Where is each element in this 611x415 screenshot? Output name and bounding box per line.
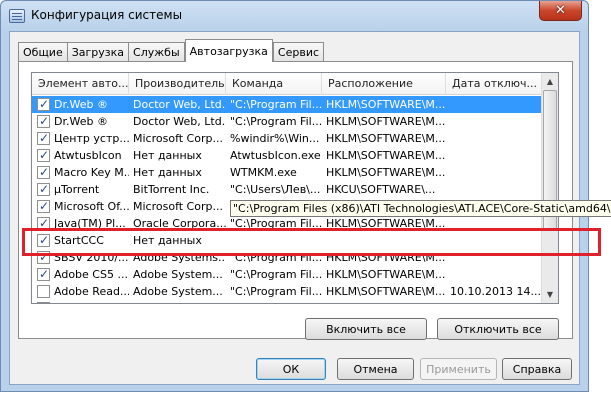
vertical-scrollbar[interactable]: ▲ ▼ (541, 73, 558, 303)
startup-item-checkbox[interactable] (37, 130, 50, 147)
table-row[interactable]: Advanced S...IObit"C:\Program Fil...HKCU… (32, 300, 558, 303)
startup-item-checkbox[interactable] (37, 96, 50, 113)
apply-button[interactable]: Применить (420, 358, 497, 380)
close-icon: ✕ (555, 3, 566, 18)
enable-all-button[interactable]: Включить все (305, 318, 427, 340)
command-cell: "C:\Program Fil... (226, 300, 322, 303)
startup-item-name: µTorrent (54, 183, 100, 196)
startup-item-name: Advanced S... (54, 300, 129, 303)
command-cell: "C:\Program Fil... (230, 98, 322, 111)
table-row[interactable]: Adobe Read... Adobe System... "C:\Program … (32, 283, 558, 300)
startup-item-checkbox[interactable] (37, 266, 50, 283)
startup-item-name: Microsoft Of... (54, 200, 129, 213)
command-cell: "C:\Program Fil... (230, 268, 322, 281)
scroll-down-icon[interactable]: ▼ (542, 286, 558, 303)
table-row[interactable]: µTorrent BitTorrent Inc. "C:\Users\Лев\...… (32, 181, 558, 198)
table-row[interactable]: AtwtusbIcon Нет данных AtwtusbIcon.exe HKLM… (32, 147, 558, 164)
startup-item-name: Macro Key M... (54, 166, 129, 179)
msconfig-icon (9, 9, 25, 23)
manufacturer-cell: Adobe System... (133, 268, 223, 281)
table-row[interactable]: Dr.Web ® Doctor Web, Ltd. "C:\Program Fil.… (32, 113, 558, 130)
table-row[interactable]: Центр устр... Microsoft Corp... %windir%\W… (32, 130, 558, 147)
startup-item-cell: Microsoft Of... (32, 198, 129, 215)
startup-item-checkbox[interactable] (37, 164, 50, 181)
table-row[interactable]: Adobe CS5 ... Adobe System... "C:\Program … (32, 266, 558, 283)
manufacturer-cell: Adobe System... (133, 285, 223, 298)
startup-item-cell: Advanced S... (32, 300, 129, 303)
table-row[interactable]: Dr.Web ® Doctor Web, Ltd. "C:\Program Fil.… (32, 96, 558, 113)
manufacturer-cell: Microsoft Corp... (133, 132, 223, 145)
close-button[interactable]: ✕ (539, 1, 582, 21)
scroll-up-icon[interactable]: ▲ (542, 73, 558, 90)
manufacturer-cell: BitTorrent Inc. (133, 183, 210, 196)
cancel-button[interactable]: Отмена (337, 358, 414, 380)
window-title: Конфигурация системы (31, 8, 183, 22)
command-cell: "C:\Users\Лев\... (230, 183, 321, 196)
startup-item-cell: Adobe Read... (32, 283, 129, 300)
command-cell: AtwtusbIcon.exe (230, 149, 321, 162)
list-header: Элемент авто... Производитель Команда Ра… (32, 73, 558, 95)
ok-button[interactable]: ОК (256, 358, 326, 380)
manufacturer-cell: Doctor Web, Ltd. (133, 98, 226, 111)
startup-item-cell: Dr.Web ® (32, 96, 129, 113)
system-configuration-window: Конфигурация системы ✕ Общие Загрузка Сл… (0, 0, 589, 392)
tab-startup[interactable]: Автозагрузка (184, 39, 273, 62)
column-header-startup-item[interactable]: Элемент авто... (32, 73, 129, 95)
startup-item-checkbox[interactable] (37, 285, 50, 298)
location-cell: HKLM\SOFTWARE\M... (326, 149, 446, 162)
startup-item-name: AtwtusbIcon (54, 149, 122, 162)
command-cell: "C:\Program Fil... (230, 115, 322, 128)
startup-item-name: Adobe CS5 ... (54, 268, 128, 281)
startup-item-name: Центр устр... (54, 132, 129, 145)
location-cell: HKLM\SOFTWARE\M... (326, 268, 446, 281)
location-cell: HKLM\SOFTWARE\M... (326, 115, 446, 128)
tab-tools[interactable]: Сервис (272, 42, 325, 62)
column-header-manufacturer[interactable]: Производитель (129, 73, 226, 95)
startccc-highlight-box (22, 228, 601, 256)
table-row[interactable]: Macro Key M... Нет данных WTMKM.exe HKLM\SO… (32, 164, 558, 181)
startup-item-checkbox[interactable] (37, 198, 50, 215)
title-bar[interactable]: Конфигурация системы ✕ (1, 1, 588, 31)
startup-item-cell: µTorrent (32, 181, 129, 198)
startup-item-checkbox[interactable] (37, 181, 50, 198)
tab-services[interactable]: Службы (128, 42, 185, 62)
manufacturer-cell: Нет данных (133, 149, 202, 162)
location-cell: HKLM\SOFTWARE\M... (326, 132, 446, 145)
startup-item-cell: AtwtusbIcon (32, 147, 129, 164)
startup-items-list[interactable]: Элемент авто... Производитель Команда Ра… (31, 72, 559, 304)
location-cell: HKLM\SOFTWARE\M... (326, 285, 446, 298)
startup-item-checkbox[interactable] (37, 147, 50, 164)
help-button[interactable]: Справка (502, 358, 572, 380)
startup-item-checkbox[interactable] (37, 302, 50, 303)
startup-item-cell: Dr.Web ® (32, 113, 129, 130)
manufacturer-cell: Doctor Web, Ltd. (133, 115, 226, 128)
command-cell: WTMKM.exe (230, 166, 297, 179)
startup-item-cell: Центр устр... (32, 130, 129, 147)
startup-item-cell: Adobe CS5 ... (32, 266, 129, 283)
manufacturer-cell: IObit (129, 300, 226, 303)
tab-strip: Общие Загрузка Службы Автозагрузка Серви… (18, 39, 325, 62)
startup-item-name: Dr.Web ® (54, 115, 108, 128)
location-cell: HKCU\SOFTWARE\... (326, 183, 436, 196)
startup-item-checkbox[interactable] (37, 113, 50, 130)
startup-item-name: Adobe Read... (54, 285, 129, 298)
disable-all-button[interactable]: Отключить все (437, 318, 559, 340)
location-cell: HKLM\SOFTWARE\M... (326, 166, 446, 179)
column-header-location[interactable]: Расположение (322, 73, 446, 95)
location-cell: HKCU\SOFTWARE\... (322, 300, 446, 303)
column-header-command[interactable]: Команда (226, 73, 322, 95)
startup-item-cell: Macro Key M... (32, 164, 129, 181)
location-cell: HKLM\SOFTWARE\M... (326, 98, 446, 111)
tab-boot[interactable]: Загрузка (66, 42, 130, 62)
manufacturer-cell: Microsoft Corp... (133, 200, 223, 213)
command-tooltip: "C:\Program Files (x86)\ATI Technologies… (230, 200, 611, 217)
command-cell: "C:\Program Fil... (230, 285, 322, 298)
manufacturer-cell: Нет данных (133, 166, 202, 179)
tab-general[interactable]: Общие (18, 42, 68, 62)
startup-item-name: Dr.Web ® (54, 98, 108, 111)
command-cell: %windir%\Win... (230, 132, 320, 145)
